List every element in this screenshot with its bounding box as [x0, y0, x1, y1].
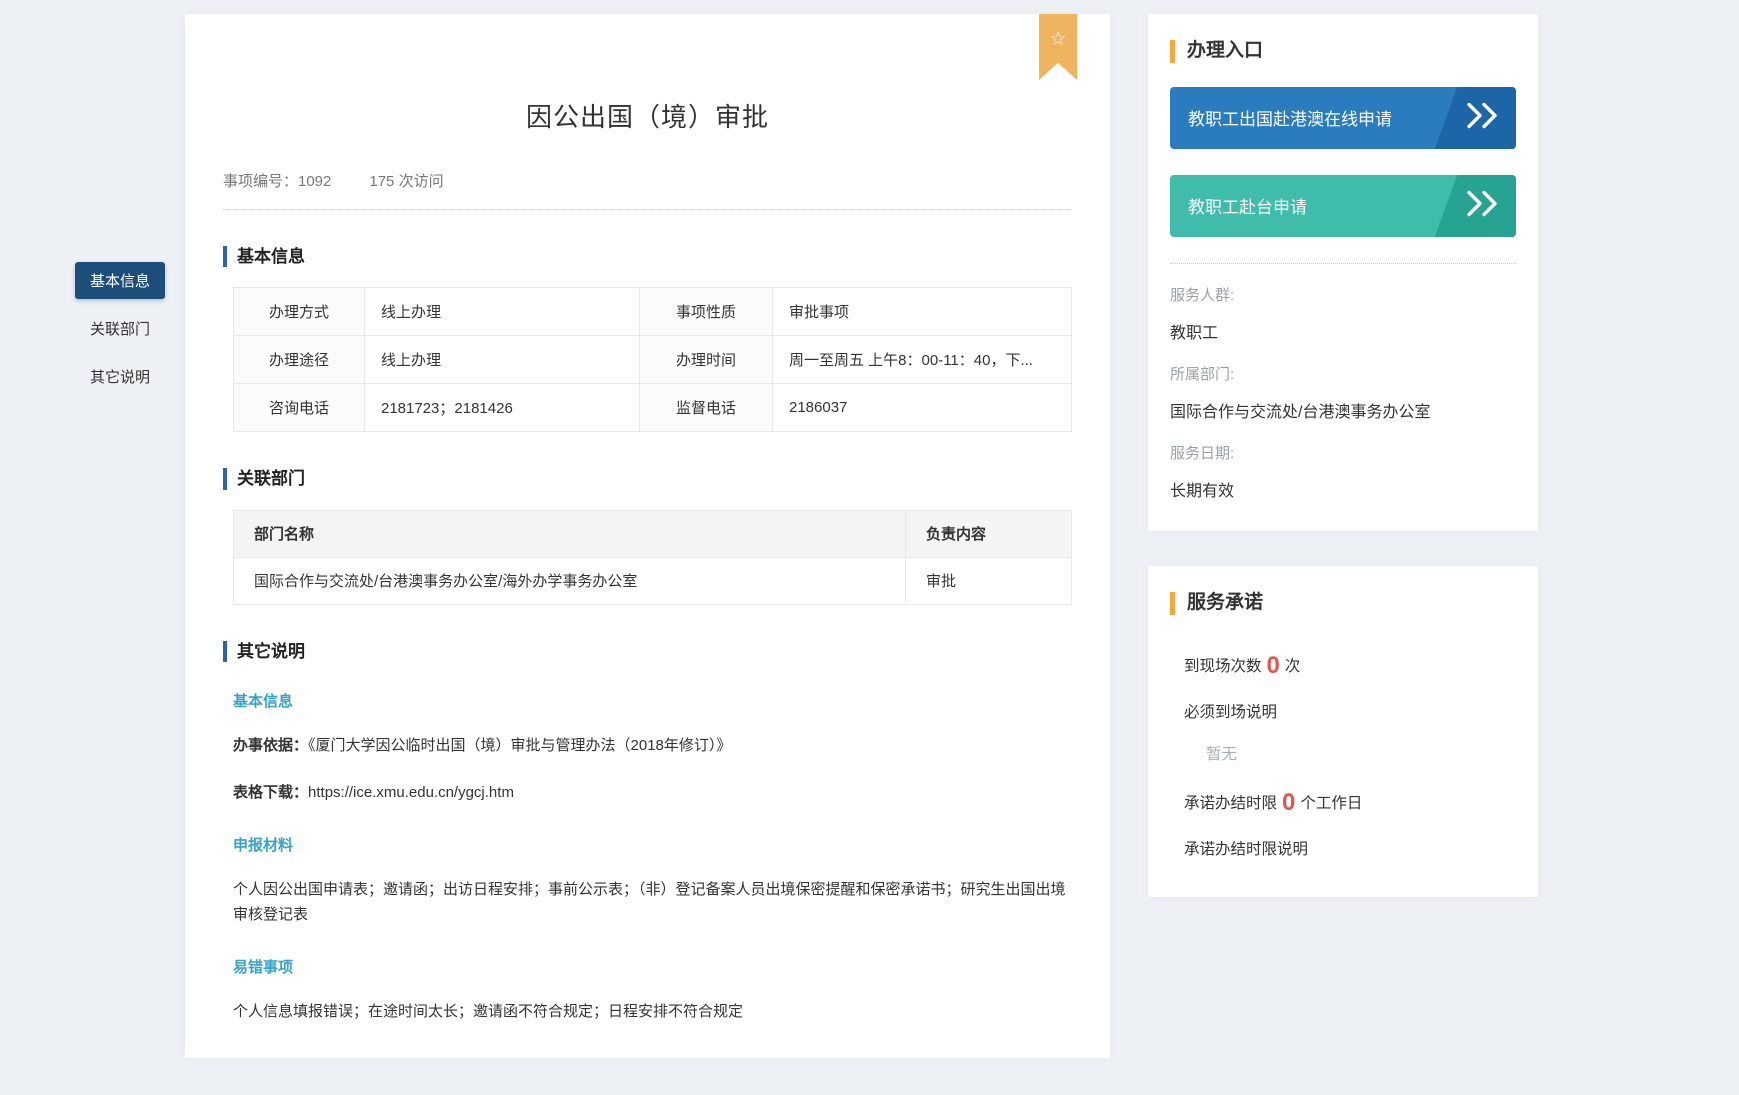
- cell-value: 审批事项: [772, 287, 1072, 337]
- cell-value: 周一至周五 上午8：00-11：40，下...: [772, 335, 1072, 385]
- section-heading-basic-info: 基本信息: [223, 246, 1072, 268]
- cell-duty: 审批: [905, 556, 1072, 605]
- cell-value: 线上办理: [364, 335, 640, 385]
- cell-label: 办理时间: [639, 335, 773, 385]
- service-detail-card: ☆ 因公出国（境）审批 事项编号：1092 175 次访问 基本信息 办理方式 …: [185, 14, 1110, 1059]
- download-url[interactable]: https://ice.xmu.edu.cn/ygcj.htm: [308, 784, 514, 801]
- owning-dept-label: 所属部门:: [1170, 365, 1235, 383]
- page: 基本信息 关联部门 其它说明 ☆ 因公出国（境）审批 事项编号：1092 175…: [0, 0, 1739, 1059]
- visit-count: 175 次访问: [369, 173, 444, 190]
- subheading-materials: 申报材料: [233, 836, 294, 854]
- column-header-dept: 部门名称: [233, 509, 906, 558]
- cell-label: 办理方式: [233, 287, 365, 337]
- table-row: 办理方式 线上办理 事项性质 审批事项: [233, 287, 1072, 337]
- service-date-value: 长期有效: [1170, 482, 1235, 500]
- promise-panel-heading: 服务承诺: [1170, 591, 1516, 615]
- divider: [223, 209, 1072, 210]
- entry-button-label: 教职工赴台申请: [1188, 198, 1307, 218]
- entry-panel-heading: 办理入口: [1170, 40, 1516, 63]
- table-row: 办理途径 线上办理 办理时间 周一至周五 上午8：00-11：40，下...: [233, 335, 1072, 385]
- page-title: 因公出国（境）审批: [525, 102, 769, 132]
- related-depts-table: 部门名称 负责内容 国际合作与交流处/台港澳事务办公室/海外办学事务办公室 审批: [233, 509, 1072, 605]
- cell-value: 2181723；2181426: [364, 383, 640, 433]
- owning-dept-value: 国际合作与交流处/台港澳事务办公室: [1170, 403, 1431, 421]
- entry-panel: 办理入口 教职工出国赴港澳在线申请 教职工赴台申请 服务人群: 教职工 所属部门…: [1148, 14, 1538, 531]
- cell-value: 2186037: [772, 383, 1072, 433]
- materials-text: 个人因公出国申请表；邀请函；出访日程安排；事前公示表；（非）登记备案人员出境保密…: [233, 880, 1066, 924]
- entry-button-hkmacao[interactable]: 教职工出国赴港澳在线申请: [1170, 86, 1516, 149]
- deadline-prefix: 承诺办结时限: [1184, 794, 1278, 812]
- section-heading-related-depts: 关联部门: [223, 468, 1072, 490]
- right-column: 办理入口 教职工出国赴港澳在线申请 教职工赴台申请 服务人群: 教职工 所属部门…: [1148, 14, 1538, 897]
- meta-row: 事项编号：1092 175 次访问: [223, 170, 1072, 191]
- onsite-count-line: 到现场次数 0 次: [1170, 649, 1516, 683]
- deadline-suffix: 个工作日: [1300, 794, 1363, 812]
- section-basic-info: 基本信息 办理方式 线上办理 事项性质 审批事项 办理途径 线上办理 办理时间 …: [223, 246, 1072, 433]
- section-related-depts: 关联部门 部门名称 负责内容 国际合作与交流处/台港澳事务办公室/海外办学事务办…: [223, 468, 1072, 605]
- table-row: 咨询电话 2181723；2181426 监督电话 2186037: [233, 383, 1072, 433]
- basis-text: 《厦门大学因公临时出国（境）审批与管理办法（2018年修订）》: [308, 736, 732, 754]
- subheading-basic-info: 基本信息: [233, 692, 294, 710]
- cell-label: 事项性质: [639, 287, 773, 337]
- onsite-note-label: 必须到场说明: [1184, 704, 1278, 722]
- service-date-label: 服务日期:: [1170, 444, 1235, 462]
- onsite-prefix: 到现场次数: [1184, 657, 1262, 675]
- onsite-note-value: 暂无: [1206, 745, 1238, 763]
- cell-label: 办理途径: [233, 335, 365, 385]
- column-header-duty: 负责内容: [905, 509, 1072, 558]
- divider: [1170, 262, 1516, 264]
- basic-info-table: 办理方式 线上办理 事项性质 审批事项 办理途径 线上办理 办理时间 周一至周五…: [233, 287, 1072, 433]
- cell-label: 监督电话: [639, 383, 773, 433]
- sidebar-item-related-depts[interactable]: 关联部门: [75, 310, 165, 347]
- deadline-count: 0: [1282, 788, 1296, 816]
- common-errors-text: 个人信息填报错误；在途时间太长；邀请函不符合规定；日程安排不符合规定: [233, 1002, 744, 1020]
- service-group-value: 教职工: [1170, 324, 1219, 342]
- subheading-common-errors: 易错事项: [233, 958, 294, 976]
- cell-value: 线上办理: [364, 287, 640, 337]
- onsite-count: 0: [1266, 651, 1280, 679]
- sidebar-item-basic-info[interactable]: 基本信息: [75, 262, 165, 299]
- star-icon: ☆: [1049, 29, 1067, 50]
- basis-line: 办事依据：《厦门大学因公临时出国（境）审批与管理办法（2018年修订）》: [233, 733, 1072, 759]
- cell-label: 咨询电话: [233, 383, 365, 433]
- entry-button-taiwan[interactable]: 教职工赴台申请: [1170, 174, 1516, 237]
- download-line: 表格下载：https://ice.xmu.edu.cn/ygcj.htm: [233, 780, 1072, 806]
- double-chevron-icon: [1462, 188, 1504, 223]
- promise-panel: 服务承诺 到现场次数 0 次 必须到场说明 暂无 承诺办结时限 0 个工作日 承诺办结时…: [1148, 565, 1538, 897]
- cell-dept: 国际合作与交流处/台港澳事务办公室/海外办学事务办公室: [233, 556, 906, 605]
- entry-button-label: 教职工出国赴港澳在线申请: [1188, 110, 1392, 130]
- favorite-ribbon[interactable]: ☆: [1039, 14, 1077, 80]
- section-heading-other-notes: 其它说明: [223, 640, 1072, 662]
- section-other-notes: 其它说明 基本信息 办事依据：《厦门大学因公临时出国（境）审批与管理办法（201…: [223, 640, 1072, 1025]
- anchor-nav: 基本信息 关联部门 其它说明: [75, 262, 165, 406]
- deadline-note-label: 承诺办结时限说明: [1184, 841, 1309, 859]
- table-header-row: 部门名称 负责内容: [233, 509, 1072, 558]
- download-label: 表格下载：: [233, 784, 309, 802]
- onsite-suffix: 次: [1284, 657, 1301, 675]
- double-chevron-icon: [1462, 100, 1504, 135]
- table-row: 国际合作与交流处/台港澳事务办公室/海外办学事务办公室 审批: [233, 556, 1072, 605]
- basis-label: 办事依据：: [233, 736, 309, 754]
- sidebar-item-other-notes[interactable]: 其它说明: [75, 358, 165, 395]
- item-number: 事项编号：1092: [223, 173, 332, 190]
- service-group-label: 服务人群:: [1170, 286, 1235, 304]
- deadline-line: 承诺办结时限 0 个工作日: [1170, 786, 1516, 820]
